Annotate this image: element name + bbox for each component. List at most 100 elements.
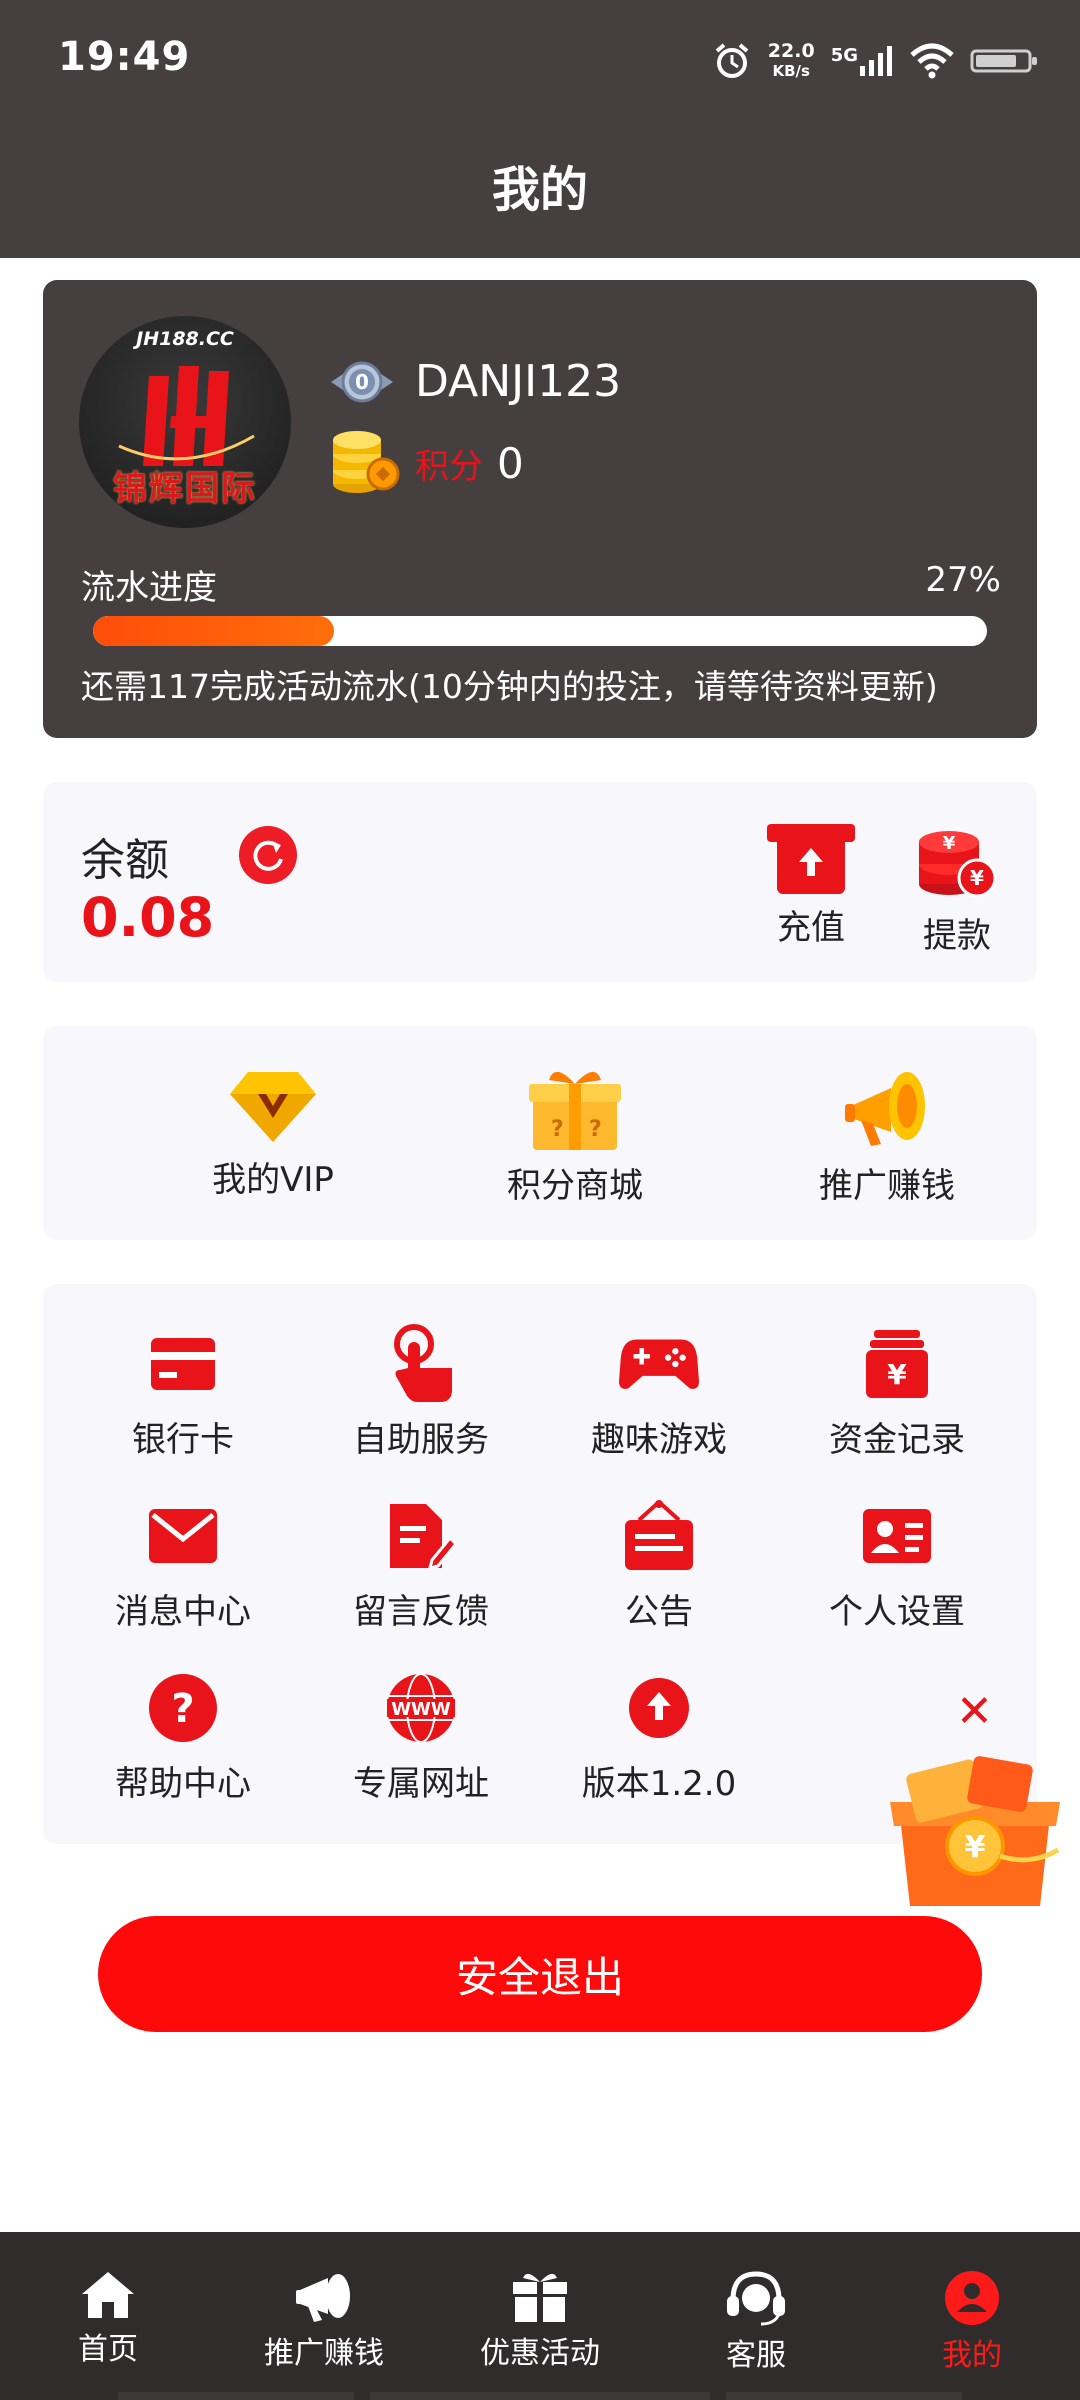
grid-label: 资金记录 [829,1420,965,1460]
alarm-icon [715,43,749,78]
grid-label: 银行卡 [132,1420,234,1460]
status-time: 19:49 [58,34,191,80]
www-icon: WWW [387,1673,455,1743]
network-type: 5G [830,45,858,66]
grid-item-fund-records[interactable]: ¥ 资金记录 [797,1324,997,1461]
vip-level: 0 [355,370,369,394]
notice-board-icon [625,1500,693,1570]
net-speed-unit: KB/s [772,62,810,80]
withdraw-button[interactable]: ¥ ¥ 提款 [915,822,999,957]
balance-value: 0.08 [81,886,215,949]
nav-label: 推广赚钱 [264,2336,384,2371]
grid-item-personal-settings[interactable]: 个人设置 [797,1496,997,1633]
svg-text:¥: ¥ [943,833,956,854]
grid-label: 专属网址 [353,1764,489,1804]
id-card-icon [863,1509,931,1563]
grid-item-feedback[interactable]: 留言反馈 [321,1496,521,1633]
nav-divider [370,2392,710,2400]
quick-link-label: 我的VIP [212,1160,334,1200]
megaphone-icon [845,1072,925,1146]
grid-label: 帮助中心 [115,1764,251,1804]
net-speed: 22.0 KB/s [768,41,815,81]
user-icon [945,2271,999,2325]
wifi-icon [910,43,954,79]
grid-label: 自助服务 [353,1420,489,1460]
coin-stack-icon [333,431,400,493]
grid-item-messages[interactable]: 消息中心 [83,1496,283,1633]
progress-fill [93,616,335,646]
svg-text:WWW: WWW [391,1699,451,1720]
withdraw-label: 提款 [923,916,991,956]
avatar-brand: 锦辉国际 [113,469,257,509]
balance-card: 余额 0.08 充值 ¥ ¥ 提款 [43,782,1037,982]
floating-promo[interactable]: ✕ ¥ [880,1690,1070,1910]
logout-button[interactable]: 安全退出 [98,1916,982,2032]
avatar[interactable]: JH188.CC 锦辉国际 [79,316,291,528]
points-value: 0 [497,438,524,488]
gift-box-icon: ? ? [529,1071,621,1150]
grid-label: 版本1.2.0 [581,1764,737,1804]
balance-label: 余额 [81,835,169,886]
quick-link-label: 积分商城 [507,1166,643,1206]
svg-text:?: ? [589,1117,602,1142]
upload-icon [629,1678,689,1738]
svg-text:?: ? [171,1686,194,1732]
quick-link-label: 推广赚钱 [819,1166,955,1206]
progress-label: 流水进度 [81,568,217,608]
progress-bar [93,616,987,646]
nav-item-promote[interactable]: 推广赚钱 [224,2270,424,2372]
withdraw-icon: ¥ ¥ [919,831,997,898]
points-label: 积分 [415,446,483,487]
refresh-icon [253,840,283,871]
grid-item-bank-card[interactable]: 银行卡 [83,1324,283,1461]
profile-card: JH188.CC 锦辉国际 0 DANJI123 积分 0 流水进度 27% 还… [43,280,1037,738]
grid-item-version[interactable]: 版本1.2.0 [559,1668,759,1805]
megaphone-icon [296,2274,350,2322]
nav-item-support[interactable]: 客服 [656,2270,856,2374]
progress-note: 还需117完成活动流水(10分钟内的投注，请等待资料更新) [81,667,938,706]
nav-item-promotions[interactable]: 优惠活动 [440,2270,640,2372]
quick-links-card: 我的VIP ? ? 积分商城 推广赚钱 [43,1026,1037,1240]
grid-item-self-service[interactable]: 自助服务 [321,1324,521,1461]
recharge-button[interactable]: 充值 [765,822,857,949]
mail-icon [149,1509,217,1563]
nav-item-me[interactable]: 我的 [872,2270,1072,2374]
bank-card-icon [151,1338,215,1390]
gamepad-icon [619,1339,699,1389]
nav-item-home[interactable]: 首页 [8,2270,208,2368]
vip-level-badge-icon: 0 [331,361,393,402]
refresh-balance-button[interactable] [239,826,297,884]
username-row: 0 DANJI123 [329,356,621,407]
progress-percent: 27% [925,560,1001,600]
nav-divider [118,2392,354,2400]
red-envelope-gift-icon: ¥ [890,1756,1060,1906]
grid-item-help[interactable]: ? 帮助中心 [83,1668,283,1805]
grid-label: 留言反馈 [353,1592,489,1632]
points-row: 积分 0 [329,430,524,496]
grid-label: 个人设置 [829,1592,965,1632]
signal-icon: 5G [830,45,894,76]
recharge-label: 充值 [777,908,845,948]
vip-diamond-icon [230,1072,316,1142]
svg-text:?: ? [551,1117,564,1142]
feedback-icon [390,1504,456,1571]
close-icon[interactable]: ✕ [956,1690,993,1734]
svg-text:¥: ¥ [887,1358,907,1391]
quick-link-points-mall[interactable]: ? ? 积分商城 [445,1066,705,1207]
grid-item-exclusive-url[interactable]: WWW 专属网址 [321,1668,521,1805]
page-title: 我的 [491,162,588,218]
grid-label: 趣味游戏 [591,1420,727,1460]
grid-label: 消息中心 [115,1592,251,1632]
nav-divider [726,2392,962,2400]
home-icon [82,2272,134,2318]
quick-link-promote[interactable]: 推广赚钱 [757,1066,1017,1207]
status-icons: 22.0 KB/s 5G [712,36,1040,86]
nav-label: 首页 [78,2332,138,2367]
net-speed-value: 22.0 [767,40,815,62]
grid-item-fun-games[interactable]: 趣味游戏 [559,1324,759,1461]
username: DANJI123 [415,356,622,407]
quick-link-vip[interactable]: 我的VIP [143,1066,403,1201]
grid-item-announcement[interactable]: 公告 [559,1496,759,1633]
top-bar: 19:49 22.0 KB/s 5G 我的 [0,0,1080,258]
battery-icon [970,49,1037,73]
